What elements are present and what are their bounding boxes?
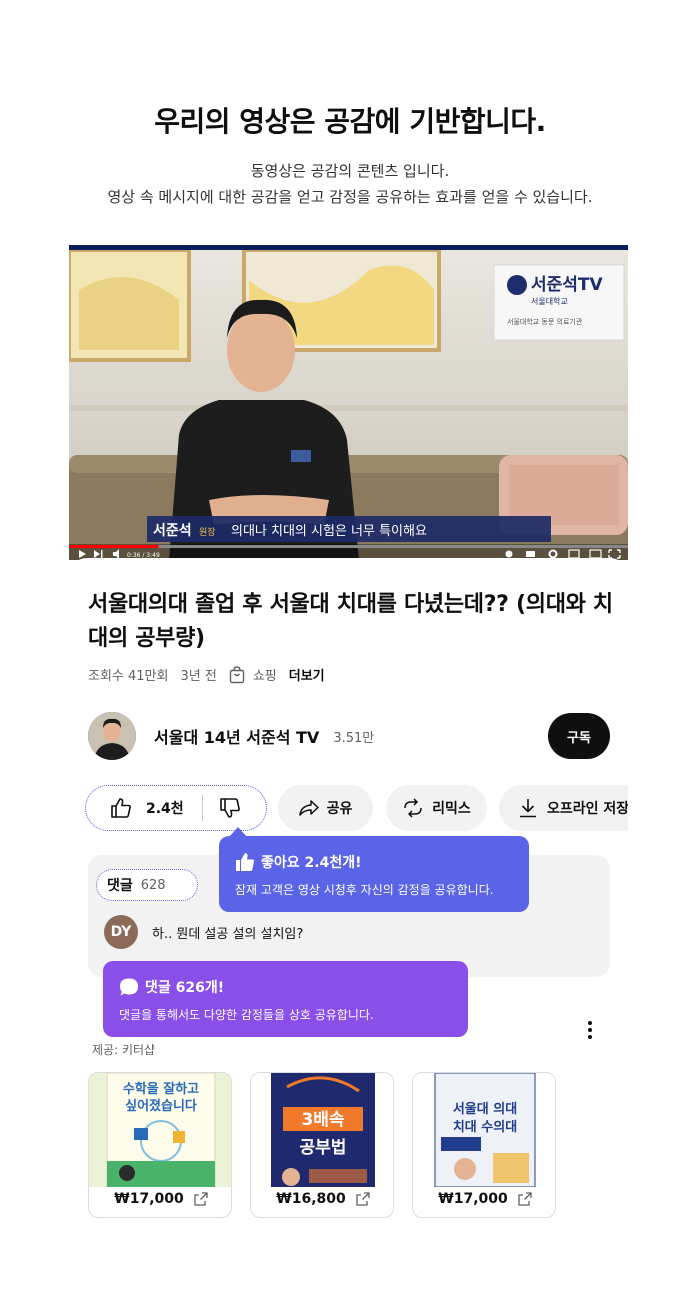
shopping-link[interactable]: 쇼핑 bbox=[229, 665, 277, 684]
subtitles-icon[interactable] bbox=[526, 551, 535, 557]
like-tooltip-title: 좋아요 2.4천개! bbox=[261, 855, 362, 871]
product-price: ₩16,800 bbox=[276, 1191, 346, 1207]
channel-row: 서울대 14년 서준석 TV 3.51만 구독 bbox=[88, 712, 610, 760]
external-link-icon bbox=[518, 1192, 532, 1206]
shopping-provider: 제공: 키터샵 bbox=[92, 1043, 156, 1057]
comment-item: DY 하.. 뭔데 설공 설의 설치임? bbox=[104, 915, 303, 949]
share-icon bbox=[298, 800, 319, 816]
speech-bubble-icon bbox=[120, 978, 138, 996]
tooltip-arrow bbox=[229, 827, 247, 837]
remix-button[interactable]: 리믹스 bbox=[386, 785, 487, 831]
external-link-icon bbox=[356, 1192, 370, 1206]
video-caption: 의대나 치대의 시험은 너무 특이해요 bbox=[231, 524, 427, 539]
product-price: ₩17,000 bbox=[438, 1191, 508, 1207]
logo-caption: 서울대학교 동문 의료기관 bbox=[507, 317, 583, 326]
hero-line-1: 동영상은 공감의 콘텐츠 입니다. bbox=[250, 162, 450, 180]
product-cover: 서울대 의대 치대 수의대 bbox=[413, 1073, 555, 1187]
offline-label: 오프라인 저장 bbox=[547, 801, 628, 817]
thumbs-up-icon bbox=[236, 853, 255, 871]
cover-line-2: 공부법 bbox=[300, 1138, 347, 1158]
commenter-avatar: DY bbox=[104, 915, 138, 949]
dislike-button[interactable] bbox=[219, 797, 241, 819]
external-link-icon bbox=[194, 1192, 208, 1206]
like-dislike-pill: 2.4천 bbox=[85, 785, 267, 831]
download-icon bbox=[520, 799, 536, 818]
comment-tooltip-heading: 댓글 626개! bbox=[119, 977, 224, 997]
cover-line-2: 싶어졌습니다 bbox=[125, 1098, 197, 1114]
speaker-role: 원장 bbox=[199, 527, 216, 538]
subscribe-button[interactable]: 구독 bbox=[548, 713, 610, 759]
cover-line-1: 수학을 잘하고 bbox=[123, 1081, 199, 1097]
product-cover: 3배속 공부법 bbox=[251, 1073, 393, 1187]
more-link[interactable]: 더보기 bbox=[289, 665, 325, 684]
product-cover: 수학을 잘하고 싶어졌습니다 bbox=[89, 1073, 231, 1187]
product-card[interactable]: 서울대 의대 치대 수의대 ₩17,000 bbox=[412, 1072, 556, 1218]
thumbs-up-icon bbox=[111, 798, 131, 818]
shopping-label: 쇼핑 bbox=[252, 669, 277, 684]
product-card[interactable]: 3배속 공부법 ₩16,800 bbox=[250, 1072, 394, 1218]
remix-icon bbox=[404, 798, 422, 818]
more-options-icon[interactable] bbox=[582, 1018, 598, 1042]
product-price-row: ₩16,800 bbox=[251, 1191, 393, 1207]
video-frame: 서준석TV 서울대학교 서울대학교 동문 의료기관 서준석 원장 의대나 치대의… bbox=[69, 250, 628, 560]
logo-text: 서준석TV bbox=[531, 275, 604, 295]
like-tooltip: 좋아요 2.4천개! 잠재 고객은 영상 시청후 자신의 감정을 공유합니다. bbox=[219, 827, 529, 912]
like-button[interactable]: 2.4천 bbox=[86, 797, 184, 819]
share-label: 공유 bbox=[326, 801, 353, 817]
like-tooltip-heading: 좋아요 2.4천개! bbox=[235, 852, 361, 872]
comment-tooltip-title: 댓글 626개! bbox=[145, 980, 225, 996]
thumbs-down-icon bbox=[219, 798, 240, 818]
like-tooltip-desc: 잠재 고객은 영상 시청후 자신의 감정을 공유합니다. bbox=[235, 883, 494, 897]
progress-bar[interactable] bbox=[69, 545, 159, 548]
subscriber-count: 3.51만 bbox=[333, 730, 375, 746]
speaker-name: 서준석 bbox=[153, 523, 192, 539]
card-top-edge bbox=[69, 558, 628, 578]
cover-line-1: 서울대 의대 bbox=[453, 1101, 517, 1117]
comment-text: 하.. 뭔데 설공 설의 설치임? bbox=[152, 926, 304, 942]
hero-description: 동영상은 공감의 콘텐츠 입니다. 영상 속 메시지에 대한 공감을 얻고 감정… bbox=[0, 158, 700, 210]
cover-line-2: 치대 수의대 bbox=[453, 1119, 517, 1135]
comment-tooltip: 댓글 626개! 댓글을 통해서도 다양한 감정들을 상호 공유합니다. bbox=[103, 961, 468, 1037]
comments-header[interactable]: 댓글 628 bbox=[96, 869, 198, 901]
product-price-row: ₩17,000 bbox=[89, 1191, 231, 1207]
hero-line-2: 영상 속 메시지에 대한 공감을 얻고 감정을 공유하는 효과를 얻을 수 있습… bbox=[107, 188, 593, 206]
product-card[interactable]: 수학을 잘하고 싶어졌습니다 ₩17,000 bbox=[88, 1072, 232, 1218]
like-count: 2.4천 bbox=[146, 801, 184, 817]
channel-avatar[interactable] bbox=[88, 712, 136, 760]
product-price: ₩17,000 bbox=[114, 1191, 184, 1207]
video-meta: 조회수 41만회 3년 전 쇼핑 더보기 bbox=[88, 665, 325, 684]
autoplay-icon[interactable] bbox=[505, 550, 513, 558]
cover-line-1: 3배속 bbox=[301, 1110, 344, 1130]
hero-title: 우리의 영상은 공감에 기반합니다. bbox=[154, 105, 546, 138]
comments-count: 628 bbox=[140, 877, 166, 893]
upload-age: 3년 전 bbox=[180, 669, 217, 684]
offline-save-button[interactable]: 오프라인 저장 bbox=[499, 785, 628, 831]
video-title: 서울대의대 졸업 후 서울대 치대를 다녔는데?? (의대와 치대의 공부량) bbox=[88, 592, 613, 651]
view-count: 조회수 41만회 bbox=[88, 669, 169, 684]
remix-label: 리믹스 bbox=[432, 801, 471, 817]
video-player[interactable]: 서준석TV 서울대학교 서울대학교 동문 의료기관 서준석 원장 의대나 치대의… bbox=[69, 245, 628, 560]
comment-tooltip-desc: 댓글을 통해서도 다양한 감정들을 상호 공유합니다. bbox=[119, 1008, 374, 1022]
logo-sub: 서울대학교 bbox=[531, 296, 568, 306]
shopping-bag-icon bbox=[229, 665, 245, 683]
like-divider bbox=[201, 795, 203, 821]
product-price-row: ₩17,000 bbox=[413, 1191, 555, 1207]
channel-name[interactable]: 서울대 14년 서준석 TV bbox=[154, 724, 319, 748]
comments-label: 댓글 bbox=[107, 878, 133, 894]
action-bar: 2.4천 공유 리믹스 오프라인 저장 bbox=[85, 785, 628, 831]
share-button[interactable]: 공유 bbox=[278, 785, 373, 831]
